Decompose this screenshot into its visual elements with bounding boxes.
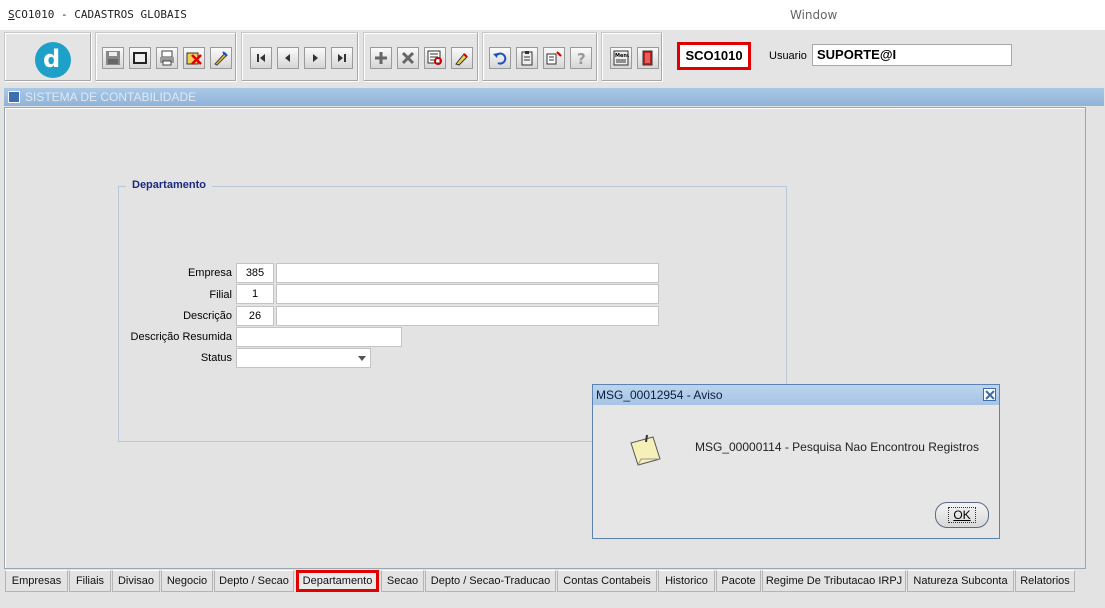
empresa-code-field[interactable]: 385 bbox=[236, 263, 274, 283]
edit-icon[interactable] bbox=[210, 47, 232, 69]
chevron-down-icon[interactable] bbox=[358, 356, 366, 361]
delete-record-icon[interactable] bbox=[183, 47, 205, 69]
help-icon[interactable]: ? bbox=[570, 47, 592, 69]
empresa-description-field[interactable] bbox=[276, 263, 659, 283]
empresa-label: Empresa bbox=[187, 267, 232, 279]
tab-historico[interactable]: Historico bbox=[658, 570, 715, 592]
exit-icon[interactable] bbox=[637, 47, 659, 69]
toolbar-group-navigation bbox=[241, 32, 359, 82]
filial-label: Filial bbox=[209, 289, 232, 301]
toolbar-group-records bbox=[95, 32, 237, 82]
print-preview-icon[interactable] bbox=[129, 47, 151, 69]
save-icon[interactable] bbox=[102, 47, 124, 69]
descricao-resumida-field[interactable] bbox=[236, 327, 402, 347]
tab-departamento[interactable]: Departamento bbox=[296, 570, 379, 592]
window-title: SCO1010 - CADASTROS GLOBAIS bbox=[8, 8, 187, 21]
tab-negocio[interactable]: Negocio bbox=[161, 570, 213, 592]
descricao-description-field[interactable] bbox=[276, 306, 659, 326]
list-values-icon[interactable] bbox=[543, 47, 565, 69]
descricao-code-field[interactable]: 26 bbox=[236, 306, 274, 326]
clipboard-icon[interactable] bbox=[516, 47, 538, 69]
menu-icon[interactable]: Menu bbox=[610, 47, 632, 69]
ok-button[interactable]: OK bbox=[935, 502, 989, 528]
next-record-icon[interactable] bbox=[304, 47, 326, 69]
tab-depto-secao[interactable]: Depto / Secao bbox=[214, 570, 294, 592]
app-logo-icon: d bbox=[35, 42, 71, 78]
clear-icon[interactable] bbox=[451, 47, 473, 69]
query-icon[interactable] bbox=[424, 47, 446, 69]
dialog-title: MSG_00012954 - Aviso bbox=[596, 388, 723, 402]
toolbar-group-utility: ? bbox=[482, 32, 598, 82]
toolbar-group-edit bbox=[363, 32, 479, 82]
tab-depto-secao-traducao[interactable]: Depto / Secao-Traducao bbox=[425, 570, 556, 592]
close-icon[interactable] bbox=[983, 388, 996, 401]
undo-icon[interactable] bbox=[489, 47, 511, 69]
user-field[interactable]: SUPORTE@I bbox=[812, 44, 1012, 66]
tab-regime-tributacao-irpj[interactable]: Regime De Tributacao IRPJ bbox=[762, 570, 906, 592]
section-title: Departamento bbox=[126, 179, 212, 191]
filial-description-field[interactable] bbox=[276, 284, 659, 304]
descricao-resumida-label: Descrição Resumida bbox=[130, 331, 232, 343]
toolbar-group-exit: Menu bbox=[601, 32, 663, 82]
menu-window[interactable]: Window bbox=[790, 8, 837, 22]
first-record-icon[interactable] bbox=[250, 47, 272, 69]
tab-contas-contabeis[interactable]: Contas Contabeis bbox=[557, 570, 657, 592]
toolbar: d ? Menu SCO1010 Usuario SUPORTE@I bbox=[0, 30, 1105, 86]
last-record-icon[interactable] bbox=[331, 47, 353, 69]
descricao-label: Descrição bbox=[183, 310, 232, 322]
form-code-badge: SCO1010 bbox=[677, 42, 751, 70]
tab-pacote[interactable]: Pacote bbox=[716, 570, 761, 592]
user-label: Usuario bbox=[769, 50, 807, 62]
svg-text:Menu: Menu bbox=[615, 53, 629, 59]
dialog-message: MSG_00000114 - Pesquisa Nao Encontrou Re… bbox=[695, 440, 979, 454]
tab-empresas[interactable]: Empresas bbox=[5, 570, 68, 592]
tab-natureza-subconta[interactable]: Natureza Subconta bbox=[907, 570, 1014, 592]
tab-secao[interactable]: Secao bbox=[381, 570, 424, 592]
window-title-bar: SCO1010 - CADASTROS GLOBAIS Window bbox=[0, 0, 1105, 30]
message-dialog: MSG_00012954 - Aviso MSG_00000114 - Pesq… bbox=[592, 384, 1000, 539]
logo-group: d bbox=[4, 32, 92, 82]
filial-code-field[interactable]: 1 bbox=[236, 284, 274, 304]
status-label: Status bbox=[200, 352, 232, 364]
system-title-bar: SISTEMA DE CONTABILIDADE bbox=[4, 88, 1104, 106]
dialog-title-bar: MSG_00012954 - Aviso bbox=[593, 385, 999, 405]
status-select[interactable] bbox=[236, 348, 371, 368]
print-icon[interactable] bbox=[156, 47, 178, 69]
system-title: SISTEMA DE CONTABILIDADE bbox=[25, 90, 197, 104]
system-icon bbox=[8, 91, 20, 103]
tab-divisao[interactable]: Divisao bbox=[112, 570, 160, 592]
svg-text:?: ? bbox=[577, 50, 586, 66]
insert-record-icon[interactable] bbox=[370, 47, 392, 69]
tab-filiais[interactable]: Filiais bbox=[69, 570, 111, 592]
tab-relatorios[interactable]: Relatorios bbox=[1015, 570, 1075, 592]
previous-record-icon[interactable] bbox=[277, 47, 299, 69]
note-icon bbox=[629, 433, 663, 470]
remove-record-icon[interactable] bbox=[397, 47, 419, 69]
ok-button-label: OK bbox=[948, 507, 976, 523]
